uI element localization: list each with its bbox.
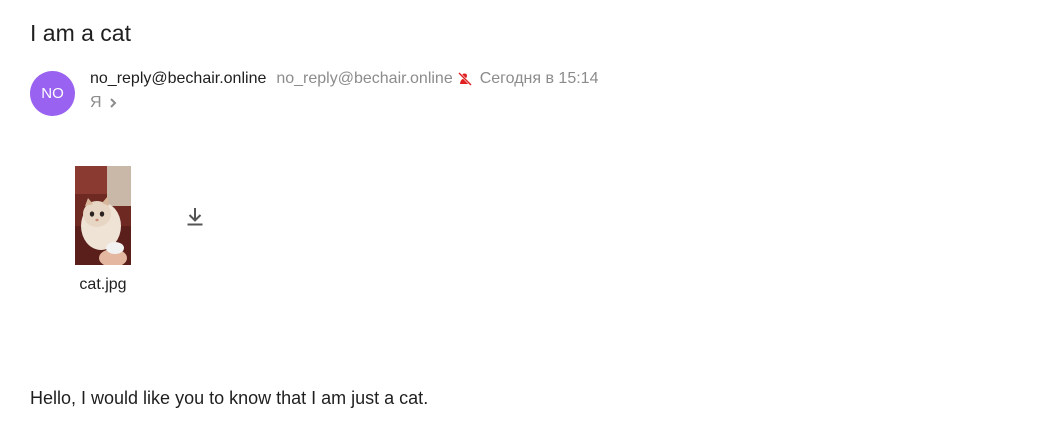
recipient-label: Я — [90, 94, 102, 111]
recipient-toggle[interactable]: Я — [90, 92, 118, 114]
sender-avatar[interactable]: NO — [30, 71, 75, 116]
sender-line: no_reply@bechair.online no_reply@bechair… — [90, 67, 598, 91]
attachment-thumbnail[interactable] — [75, 166, 131, 265]
unverified-sender-icon[interactable] — [457, 71, 473, 87]
chevron-right-icon — [109, 98, 116, 108]
download-icon[interactable] — [184, 205, 206, 227]
message-date: Сегодня в 15:14 — [479, 70, 599, 87]
message-body: Hello, I would like you to know that I a… — [30, 388, 429, 408]
message-subject: I am a cat — [30, 20, 131, 46]
attachment-filename: cat.jpg — [79, 276, 127, 293]
sender-email[interactable]: no_reply@bechair.online — [276, 70, 452, 88]
sender-name[interactable]: no_reply@bechair.online — [90, 70, 266, 88]
